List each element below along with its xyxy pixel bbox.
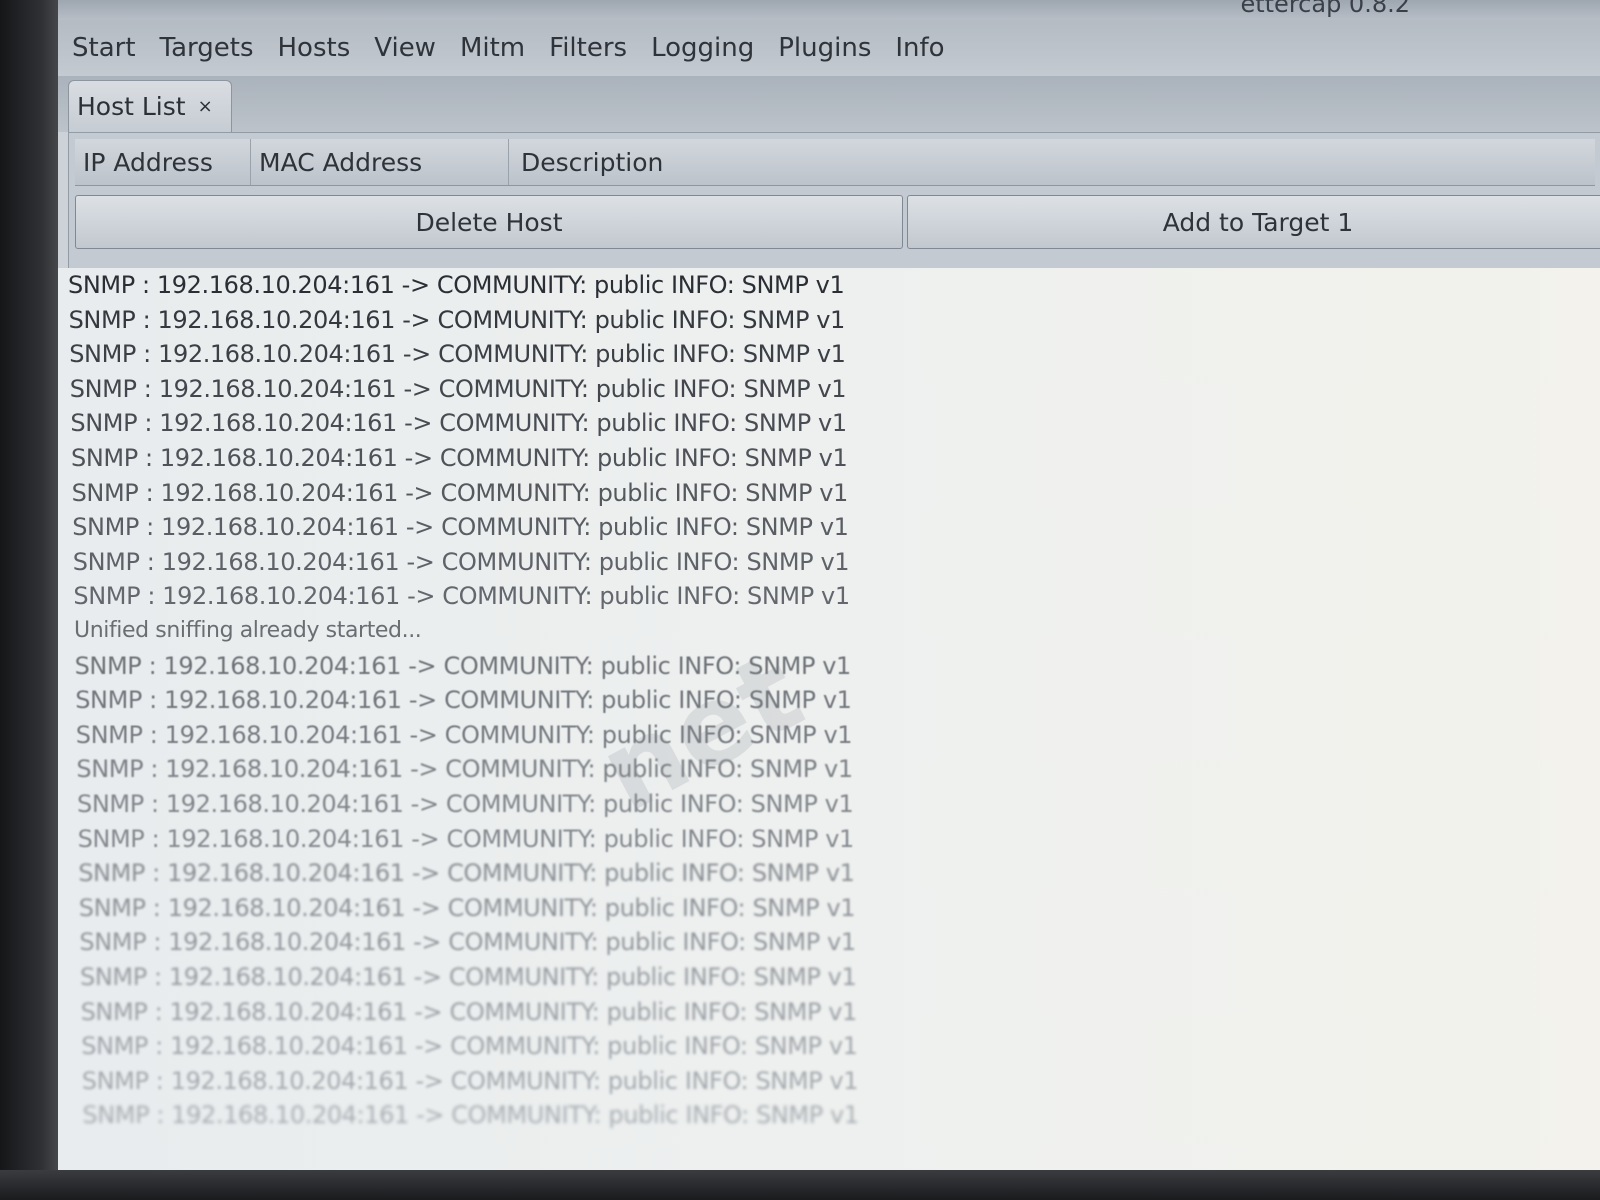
log-line-status: Unified sniffing already started... bbox=[74, 618, 422, 643]
log-line-snmp: SNMP : 192.168.10.204:161 -> COMMUNITY: … bbox=[71, 444, 848, 472]
log-line-snmp: SNMP : 192.168.10.204:161 -> COMMUNITY: … bbox=[74, 651, 852, 680]
monitor-bezel-bottom bbox=[0, 1170, 1600, 1200]
log-line-snmp: SNMP : 192.168.10.204:161 -> COMMUNITY: … bbox=[73, 582, 850, 611]
log-line-snmp: SNMP : 192.168.10.204:161 -> COMMUNITY: … bbox=[78, 859, 855, 888]
log-line-snmp: SNMP : 192.168.10.204:161 -> COMMUNITY: … bbox=[69, 340, 846, 369]
log-line-snmp: SNMP : 192.168.10.204:161 -> COMMUNITY: … bbox=[68, 305, 846, 334]
log-output[interactable]: net SNMP : 192.168.10.204:161 -> COMMUNI… bbox=[58, 268, 1600, 1172]
tab-strip: Host List × bbox=[58, 76, 1600, 132]
log-line-snmp: SNMP : 192.168.10.204:161 -> COMMUNITY: … bbox=[81, 1066, 859, 1095]
log-line-snmp: SNMP : 192.168.10.204:161 -> COMMUNITY: … bbox=[80, 963, 857, 991]
monitor-bezel-left bbox=[0, 0, 58, 1200]
column-description[interactable]: Description bbox=[509, 139, 1595, 185]
log-line-snmp: SNMP : 192.168.10.204:161 -> COMMUNITY: … bbox=[72, 547, 850, 576]
title-bar: ettercap 0.8.2 bbox=[58, 0, 1600, 20]
host-table-header: IP Address MAC Address Description bbox=[75, 139, 1595, 186]
log-line-snmp: SNMP : 192.168.10.204:161 -> COMMUNITY: … bbox=[76, 755, 853, 784]
log-line-snmp: SNMP : 192.168.10.204:161 -> COMMUNITY: … bbox=[79, 928, 856, 957]
add-to-target1-button[interactable]: Add to Target 1 bbox=[907, 195, 1600, 249]
tab-host-list-label: Host List bbox=[77, 92, 186, 121]
log-line-snmp: SNMP : 192.168.10.204:161 -> COMMUNITY: … bbox=[69, 374, 847, 403]
delete-host-button[interactable]: Delete Host bbox=[75, 195, 903, 249]
log-line-snmp: SNMP : 192.168.10.204:161 -> COMMUNITY: … bbox=[71, 478, 849, 507]
menu-bar: Start Targets Hosts View Mitm Filters Lo… bbox=[58, 20, 1600, 76]
menu-view[interactable]: View bbox=[374, 33, 436, 63]
log-line-snmp: SNMP : 192.168.10.204:161 -> COMMUNITY: … bbox=[72, 513, 849, 542]
ettercap-window: ettercap 0.8.2 Start Targets Hosts View … bbox=[58, 0, 1600, 1172]
log-line-snmp: SNMP : 192.168.10.204:161 -> COMMUNITY: … bbox=[77, 824, 855, 853]
log-line-snmp: SNMP : 192.168.10.204:161 -> COMMUNITY: … bbox=[77, 790, 854, 818]
log-line-snmp: SNMP : 192.168.10.204:161 -> COMMUNITY: … bbox=[68, 271, 845, 299]
column-mac-address[interactable]: MAC Address bbox=[251, 139, 509, 185]
menu-targets[interactable]: Targets bbox=[160, 33, 254, 63]
tab-host-list[interactable]: Host List × bbox=[68, 80, 232, 132]
menu-filters[interactable]: Filters bbox=[549, 33, 627, 63]
menu-logging[interactable]: Logging bbox=[651, 33, 754, 63]
column-ip-address[interactable]: IP Address bbox=[75, 139, 251, 185]
menu-mitm[interactable]: Mitm bbox=[460, 33, 525, 63]
menu-hosts[interactable]: Hosts bbox=[278, 33, 351, 63]
log-line-snmp: SNMP : 192.168.10.204:161 -> COMMUNITY: … bbox=[75, 686, 852, 715]
window-title: ettercap 0.8.2 bbox=[1240, 0, 1410, 18]
menu-start[interactable]: Start bbox=[72, 33, 136, 63]
log-line-snmp: SNMP : 192.168.10.204:161 -> COMMUNITY: … bbox=[70, 409, 847, 438]
close-icon[interactable]: × bbox=[198, 96, 213, 117]
log-line-snmp: SNMP : 192.168.10.204:161 -> COMMUNITY: … bbox=[78, 893, 856, 922]
log-line-snmp: SNMP : 192.168.10.204:161 -> COMMUNITY: … bbox=[82, 1101, 859, 1130]
log-line-snmp: SNMP : 192.168.10.204:161 -> COMMUNITY: … bbox=[81, 1032, 858, 1061]
menu-info[interactable]: Info bbox=[895, 33, 944, 63]
menu-plugins[interactable]: Plugins bbox=[778, 33, 871, 63]
log-line-snmp: SNMP : 192.168.10.204:161 -> COMMUNITY: … bbox=[75, 720, 853, 749]
host-list-panel: IP Address MAC Address Description Delet… bbox=[68, 132, 1600, 270]
log-line-snmp: SNMP : 192.168.10.204:161 -> COMMUNITY: … bbox=[80, 997, 858, 1026]
